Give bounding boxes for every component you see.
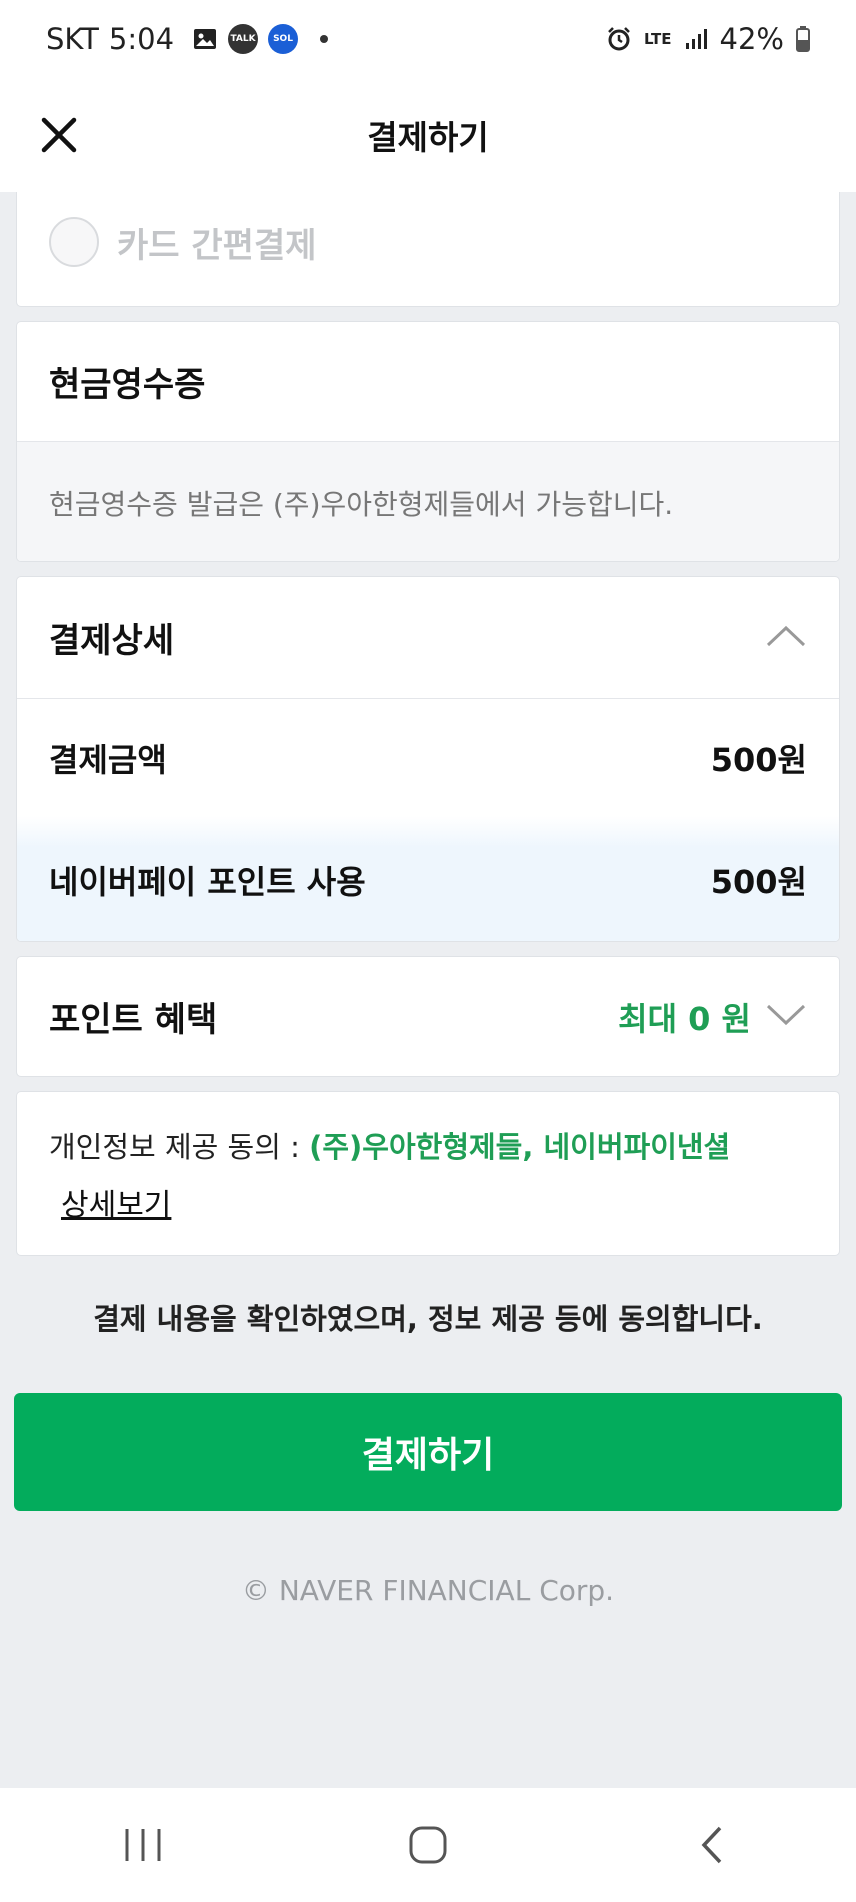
cash-receipt-title: 현금영수증: [49, 365, 206, 405]
card-payment-option[interactable]: 카드 간편결제: [17, 192, 839, 292]
privacy-consent-prefix: 개인정보 제공 동의 :: [49, 1130, 300, 1164]
home-button[interactable]: [368, 1805, 488, 1885]
payment-amount-label: 결제금액: [49, 740, 167, 779]
payment-details-title: 결제상세: [49, 621, 175, 661]
naverpay-point-label: 네이버페이 포인트 사용: [49, 862, 366, 901]
page-header: 결제하기: [0, 78, 856, 192]
recent-apps-icon: [125, 1829, 161, 1861]
confirm-agreement-text: 결제 내용을 확인하였으며, 정보 제공 등에 동의합니다.: [93, 1302, 763, 1336]
close-button[interactable]: [30, 106, 88, 164]
signal-icon: [684, 27, 708, 51]
close-icon: [41, 117, 77, 153]
recent-apps-button[interactable]: [83, 1805, 203, 1885]
point-benefit-value: 최대 0 원: [618, 999, 751, 1038]
carrier-label: SKT: [46, 22, 99, 56]
payment-amount-row: 결제금액 500원: [17, 698, 839, 816]
super-sol-icon: SOL: [268, 24, 299, 54]
cash-receipt-section: 현금영수증 현금영수증 발급은 (주)우아한형제들에서 가능합니다.: [16, 321, 840, 562]
notification-dot-icon: [320, 35, 329, 43]
back-button[interactable]: [653, 1805, 773, 1885]
card-payment-radio[interactable]: [49, 217, 99, 267]
kakaotalk-icon: TALK: [228, 24, 259, 54]
super-sol-icon-label: SOL: [273, 34, 293, 44]
chevron-down-icon[interactable]: [765, 1003, 807, 1031]
network-type: LTE: [643, 29, 672, 48]
pay-button[interactable]: 결제하기: [14, 1393, 842, 1511]
battery-percent: 42%: [719, 22, 784, 56]
point-benefit-section: 포인트 혜택 최대 0 원: [16, 956, 840, 1077]
clock: 5:04: [108, 22, 175, 56]
status-bar: SKT 5:04 TALK SOL LTE 42%: [0, 0, 856, 78]
card-payment-label: 카드 간편결제: [117, 225, 317, 266]
page-title: 결제하기: [367, 118, 489, 157]
alarm-icon: [606, 26, 632, 52]
payment-details-header[interactable]: 결제상세: [17, 577, 839, 698]
gallery-icon: [192, 26, 218, 52]
privacy-consent-companies[interactable]: (주)우아한형제들, 네이버파이낸셜: [309, 1130, 730, 1164]
chevron-up-icon[interactable]: [765, 624, 807, 652]
battery-icon: [796, 26, 810, 52]
point-benefit-title: 포인트 혜택: [49, 1000, 218, 1040]
naverpay-point-value: 500원: [710, 862, 807, 901]
payment-amount-value: 500원: [710, 740, 807, 779]
privacy-detail-link[interactable]: 상세보기: [61, 1188, 171, 1223]
home-icon: [409, 1826, 447, 1864]
card-payment-section: 카드 간편결제: [16, 192, 840, 307]
point-benefit-row[interactable]: 포인트 혜택 최대 0 원: [17, 957, 839, 1076]
back-icon: [701, 1826, 722, 1864]
naverpay-point-row: 네이버페이 포인트 사용 500원: [17, 816, 839, 941]
cash-receipt-note: 현금영수증 발급은 (주)우아한형제들에서 가능합니다.: [49, 487, 674, 521]
kakaotalk-icon-label: TALK: [230, 34, 256, 44]
privacy-consent-section: 개인정보 제공 동의 : (주)우아한형제들, 네이버파이낸셜 상세보기: [16, 1091, 840, 1256]
system-nav-bar: [0, 1788, 856, 1902]
privacy-consent-line: 개인정보 제공 동의 : (주)우아한형제들, 네이버파이낸셜: [49, 1124, 807, 1166]
copyright-text: © NAVER FINANCIAL Corp.: [241, 1574, 615, 1607]
payment-details-section: 결제상세 결제금액 500원 네이버페이 포인트 사용 500원: [16, 576, 840, 942]
